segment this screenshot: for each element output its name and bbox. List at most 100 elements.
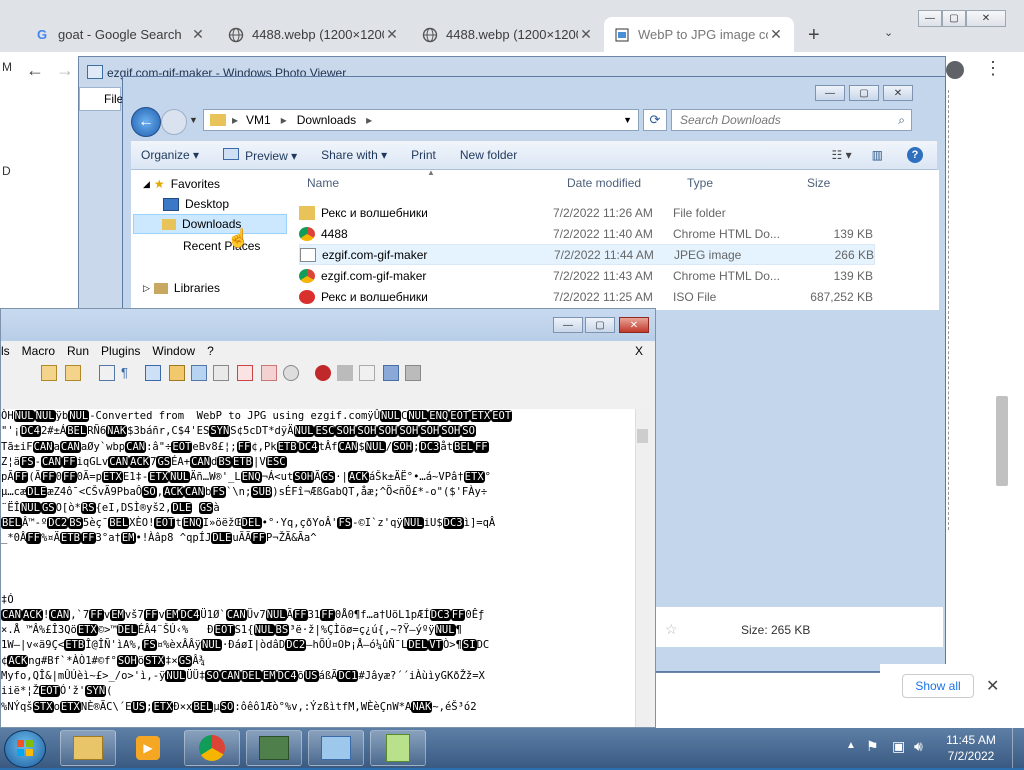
- save-macro-icon[interactable]: [405, 365, 421, 381]
- column-type-header[interactable]: Type: [687, 176, 713, 190]
- chrome-close-button[interactable]: ✕: [966, 10, 1006, 27]
- address-dropdown-icon[interactable]: ▼: [623, 115, 632, 125]
- file-row-hover[interactable]: ezgif.com-gif-maker 7/2/2022 11:44 AM JP…: [299, 244, 875, 265]
- file-row[interactable]: Рекс и волшебники 7/2/2022 11:26 AM File…: [299, 202, 875, 223]
- flag-icon[interactable]: ⚑: [866, 738, 879, 755]
- npp-close-button[interactable]: ✕: [619, 317, 649, 333]
- menu-run[interactable]: Run: [61, 344, 95, 358]
- find-icon[interactable]: [41, 365, 57, 381]
- chrome-maximize-button[interactable]: ▢: [942, 10, 966, 27]
- expand-arrow-icon[interactable]: ◢: [143, 179, 150, 190]
- npp-maximize-button[interactable]: ▢: [585, 317, 615, 333]
- record-macro-icon[interactable]: [315, 365, 331, 381]
- tab-webp-to-jpg[interactable]: WebP to JPG image con ✕: [604, 17, 794, 52]
- photo-viewer-file-menu[interactable]: File: [79, 87, 123, 111]
- profile-avatar[interactable]: [946, 61, 964, 79]
- tab-search-icon[interactable]: ⌄: [884, 26, 893, 39]
- preview-button[interactable]: Preview ▾: [213, 147, 311, 163]
- taskbar-notepad-plus-plus[interactable]: [370, 730, 426, 766]
- page-scrollbar-thumb[interactable]: [996, 396, 1008, 486]
- tab-webp-2[interactable]: 4488.webp (1200×1200) ✕: [412, 17, 604, 52]
- address-bar[interactable]: ▸ VM1 ▸ Downloads ▸ ▼: [203, 109, 639, 131]
- clock[interactable]: 11:45 AM 7/2/2022: [936, 732, 1006, 764]
- npp-close-doc-button[interactable]: X: [629, 344, 649, 358]
- back-button[interactable]: ←: [131, 107, 161, 137]
- close-tab-icon[interactable]: ✕: [578, 26, 594, 43]
- clear-icon[interactable]: [261, 365, 277, 381]
- explorer-maximize-button[interactable]: ▢: [849, 85, 879, 101]
- breadcrumb-vm1[interactable]: VM1: [246, 113, 271, 127]
- show-hidden-icons[interactable]: ▲: [846, 740, 856, 751]
- replace-icon[interactable]: [65, 365, 81, 381]
- column-size-header[interactable]: Size: [807, 176, 830, 190]
- taskbar-chrome[interactable]: [184, 730, 240, 766]
- editor-text-area[interactable]: ÒHNUL NULÿbNUL-Converted from WebP to JPG…: [1, 409, 635, 727]
- stop-macro-icon[interactable]: [337, 365, 353, 381]
- show-all-chars-icon[interactable]: ¶: [121, 365, 137, 381]
- play-macro-icon[interactable]: [359, 365, 375, 381]
- close-tab-icon[interactable]: ✕: [384, 26, 400, 43]
- volume-icon[interactable]: 🔊︎: [914, 738, 923, 755]
- breadcrumb-downloads[interactable]: Downloads: [297, 113, 356, 127]
- menu-window[interactable]: Window: [146, 344, 201, 358]
- network-icon[interactable]: ▣: [892, 738, 905, 755]
- column-name-header[interactable]: Name: [307, 176, 339, 190]
- menu-dots-icon[interactable]: ⋮: [984, 58, 1002, 79]
- wrap-icon[interactable]: [99, 365, 115, 381]
- npp-minimize-button[interactable]: —: [553, 317, 583, 333]
- menu-help[interactable]: ?: [201, 344, 220, 358]
- nav-desktop[interactable]: Desktop: [163, 194, 229, 214]
- close-tab-icon[interactable]: ✕: [190, 26, 206, 43]
- show-desktop-button[interactable]: [1012, 728, 1024, 768]
- forward-arrow-icon[interactable]: →: [56, 60, 74, 81]
- back-arrow-icon[interactable]: ←: [26, 60, 44, 81]
- organize-button[interactable]: Organize ▾: [131, 148, 213, 162]
- print-button[interactable]: Print: [401, 148, 450, 162]
- close-tab-icon[interactable]: ✕: [768, 26, 784, 43]
- new-folder-button[interactable]: New folder: [450, 148, 531, 162]
- tab-webp-1[interactable]: 4488.webp (1200×1200) ✕: [218, 17, 410, 52]
- expand-arrow-icon[interactable]: ▷: [143, 283, 150, 294]
- share-with-button[interactable]: Share with ▾: [311, 148, 401, 162]
- editor-vertical-scrollbar[interactable]: [635, 409, 650, 727]
- menu-macro[interactable]: Macro: [16, 344, 61, 358]
- scrollbar-thumb[interactable]: [637, 429, 648, 443]
- forward-button[interactable]: [161, 109, 187, 135]
- taskbar-network-tool[interactable]: [246, 730, 302, 766]
- close-download-bar-button[interactable]: ✕: [986, 676, 999, 696]
- search-icon[interactable]: ⌕: [898, 113, 905, 128]
- nav-downloads[interactable]: Downloads: [133, 214, 287, 234]
- map-icon[interactable]: [191, 365, 207, 381]
- indent-guide-icon[interactable]: [145, 365, 161, 381]
- file-row[interactable]: ezgif.com-gif-maker 7/2/2022 11:43 AM Ch…: [299, 265, 875, 286]
- tab-google-search[interactable]: G goat - Google Search ✕: [24, 17, 216, 52]
- nav-favorites[interactable]: ◢ ★ Favorites: [143, 174, 220, 194]
- new-tab-button[interactable]: +: [808, 24, 820, 47]
- folder-icon[interactable]: [169, 365, 185, 381]
- search-downloads-input[interactable]: Search Downloads ⌕: [671, 109, 912, 131]
- show-all-button[interactable]: Show all: [902, 674, 974, 698]
- chrome-minimize-button[interactable]: —: [918, 10, 942, 27]
- taskbar-media-player[interactable]: ▶: [120, 730, 176, 766]
- refresh-icon[interactable]: ⟳: [643, 109, 667, 131]
- file-row[interactable]: Рекс и волшебники 7/2/2022 11:25 AM ISO …: [299, 286, 875, 307]
- explorer-minimize-button[interactable]: —: [815, 85, 845, 101]
- monitor-icon[interactable]: [237, 365, 253, 381]
- taskbar-explorer[interactable]: [60, 730, 116, 766]
- taskbar-photo-viewer[interactable]: [308, 730, 364, 766]
- rating-star-icon[interactable]: ☆: [665, 621, 678, 638]
- start-button[interactable]: [4, 730, 46, 768]
- file-row[interactable]: 4488 7/2/2022 11:40 AM Chrome HTML Do...…: [299, 223, 875, 244]
- doc-list-icon[interactable]: [213, 365, 229, 381]
- run-multiple-icon[interactable]: [383, 365, 399, 381]
- view-options-icon[interactable]: ☷ ▾: [832, 148, 852, 162]
- help-icon[interactable]: ?: [907, 147, 923, 163]
- menu-tools[interactable]: ls: [1, 344, 16, 358]
- nav-libraries[interactable]: ▷ Libraries: [143, 278, 220, 298]
- preview-pane-icon[interactable]: ▥: [872, 148, 883, 162]
- recent-pages-chevron-icon[interactable]: ▼: [189, 115, 198, 125]
- explorer-close-button[interactable]: ✕: [883, 85, 913, 101]
- menu-plugins[interactable]: Plugins: [95, 344, 146, 358]
- column-date-header[interactable]: Date modified: [567, 176, 641, 190]
- eye-icon[interactable]: [283, 365, 299, 381]
